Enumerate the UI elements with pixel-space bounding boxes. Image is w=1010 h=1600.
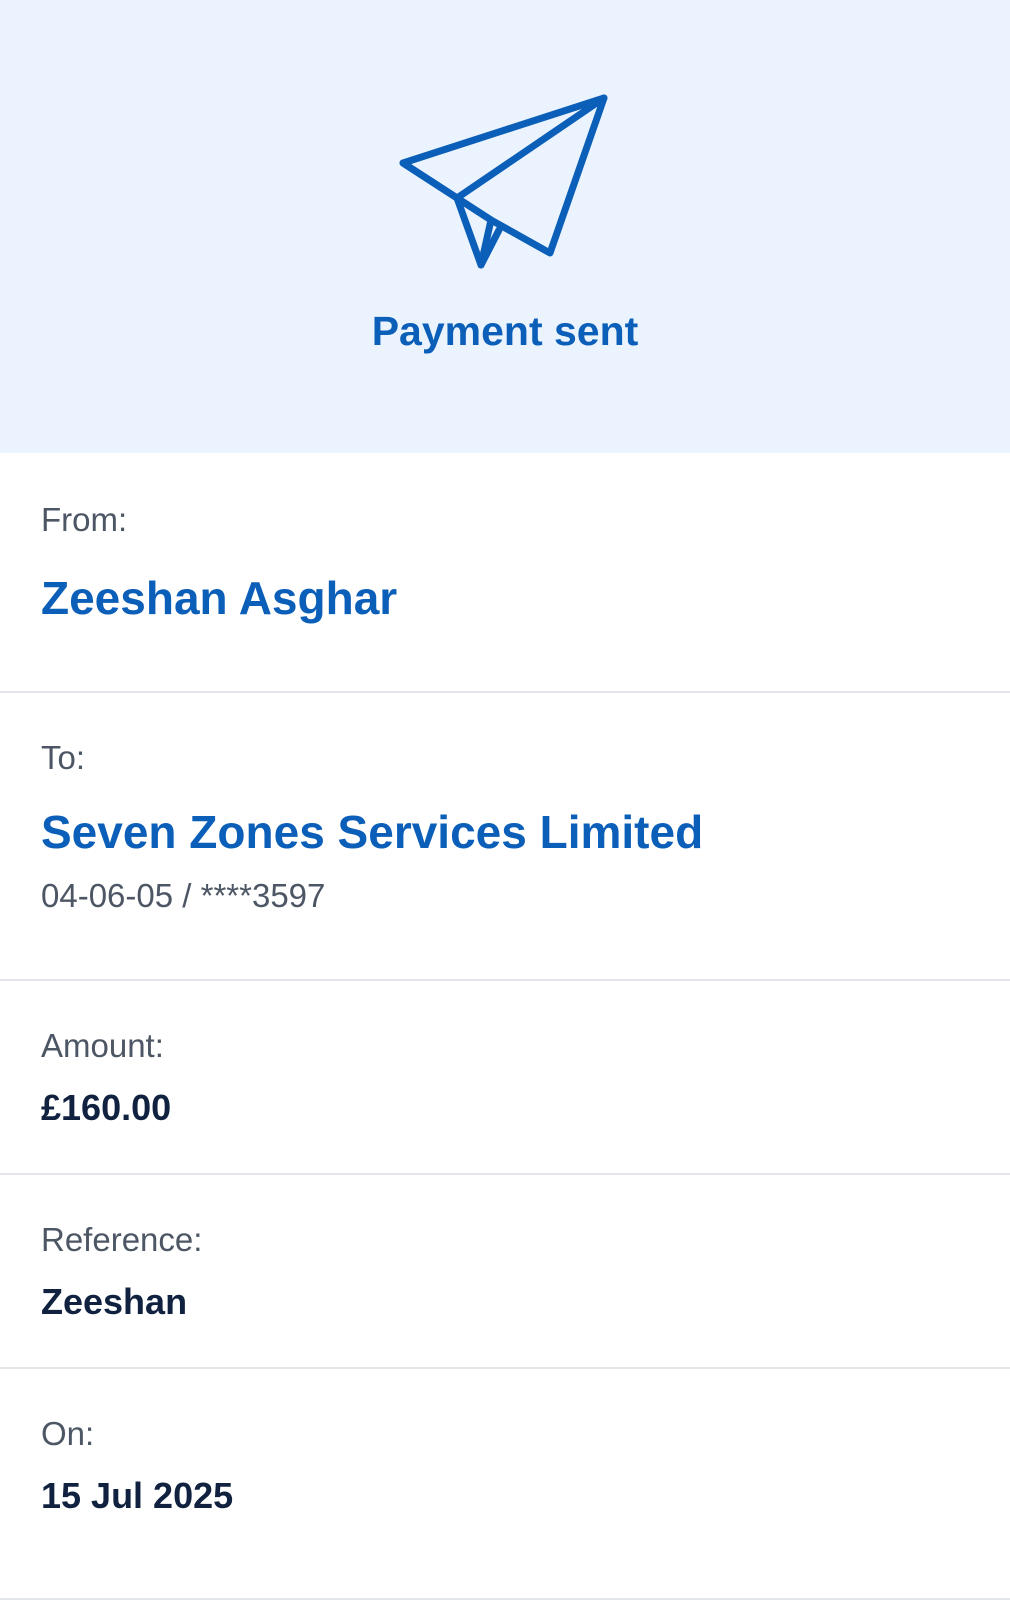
from-label: From: bbox=[41, 501, 128, 538]
to-label: To: bbox=[41, 739, 86, 776]
date-section: On: 15 Jul 2025 bbox=[0, 1369, 1010, 1600]
date-label: On: bbox=[41, 1415, 95, 1452]
reference-value: Zeeshan bbox=[41, 1281, 188, 1322]
date-value: 15 Jul 2025 bbox=[41, 1475, 234, 1516]
to-account-details: 04-06-05 / ****3597 bbox=[41, 877, 326, 914]
to-section: To: Seven Zones Services Limited 04-06-0… bbox=[0, 693, 1010, 981]
reference-label: Reference: bbox=[41, 1221, 203, 1258]
from-section: From: Zeeshan Asghar bbox=[0, 453, 1010, 693]
to-name[interactable]: Seven Zones Services Limited bbox=[41, 805, 703, 859]
amount-label: Amount: bbox=[41, 1027, 164, 1064]
reference-section: Reference: Zeeshan bbox=[0, 1175, 1010, 1369]
paper-plane-icon bbox=[399, 94, 608, 269]
from-name[interactable]: Zeeshan Asghar bbox=[41, 571, 397, 625]
amount-value: £160.00 bbox=[41, 1087, 172, 1128]
page-title: Payment sent bbox=[371, 308, 639, 354]
amount-section: Amount: £160.00 bbox=[0, 981, 1010, 1175]
payment-sent-header: Payment sent bbox=[0, 0, 1010, 453]
